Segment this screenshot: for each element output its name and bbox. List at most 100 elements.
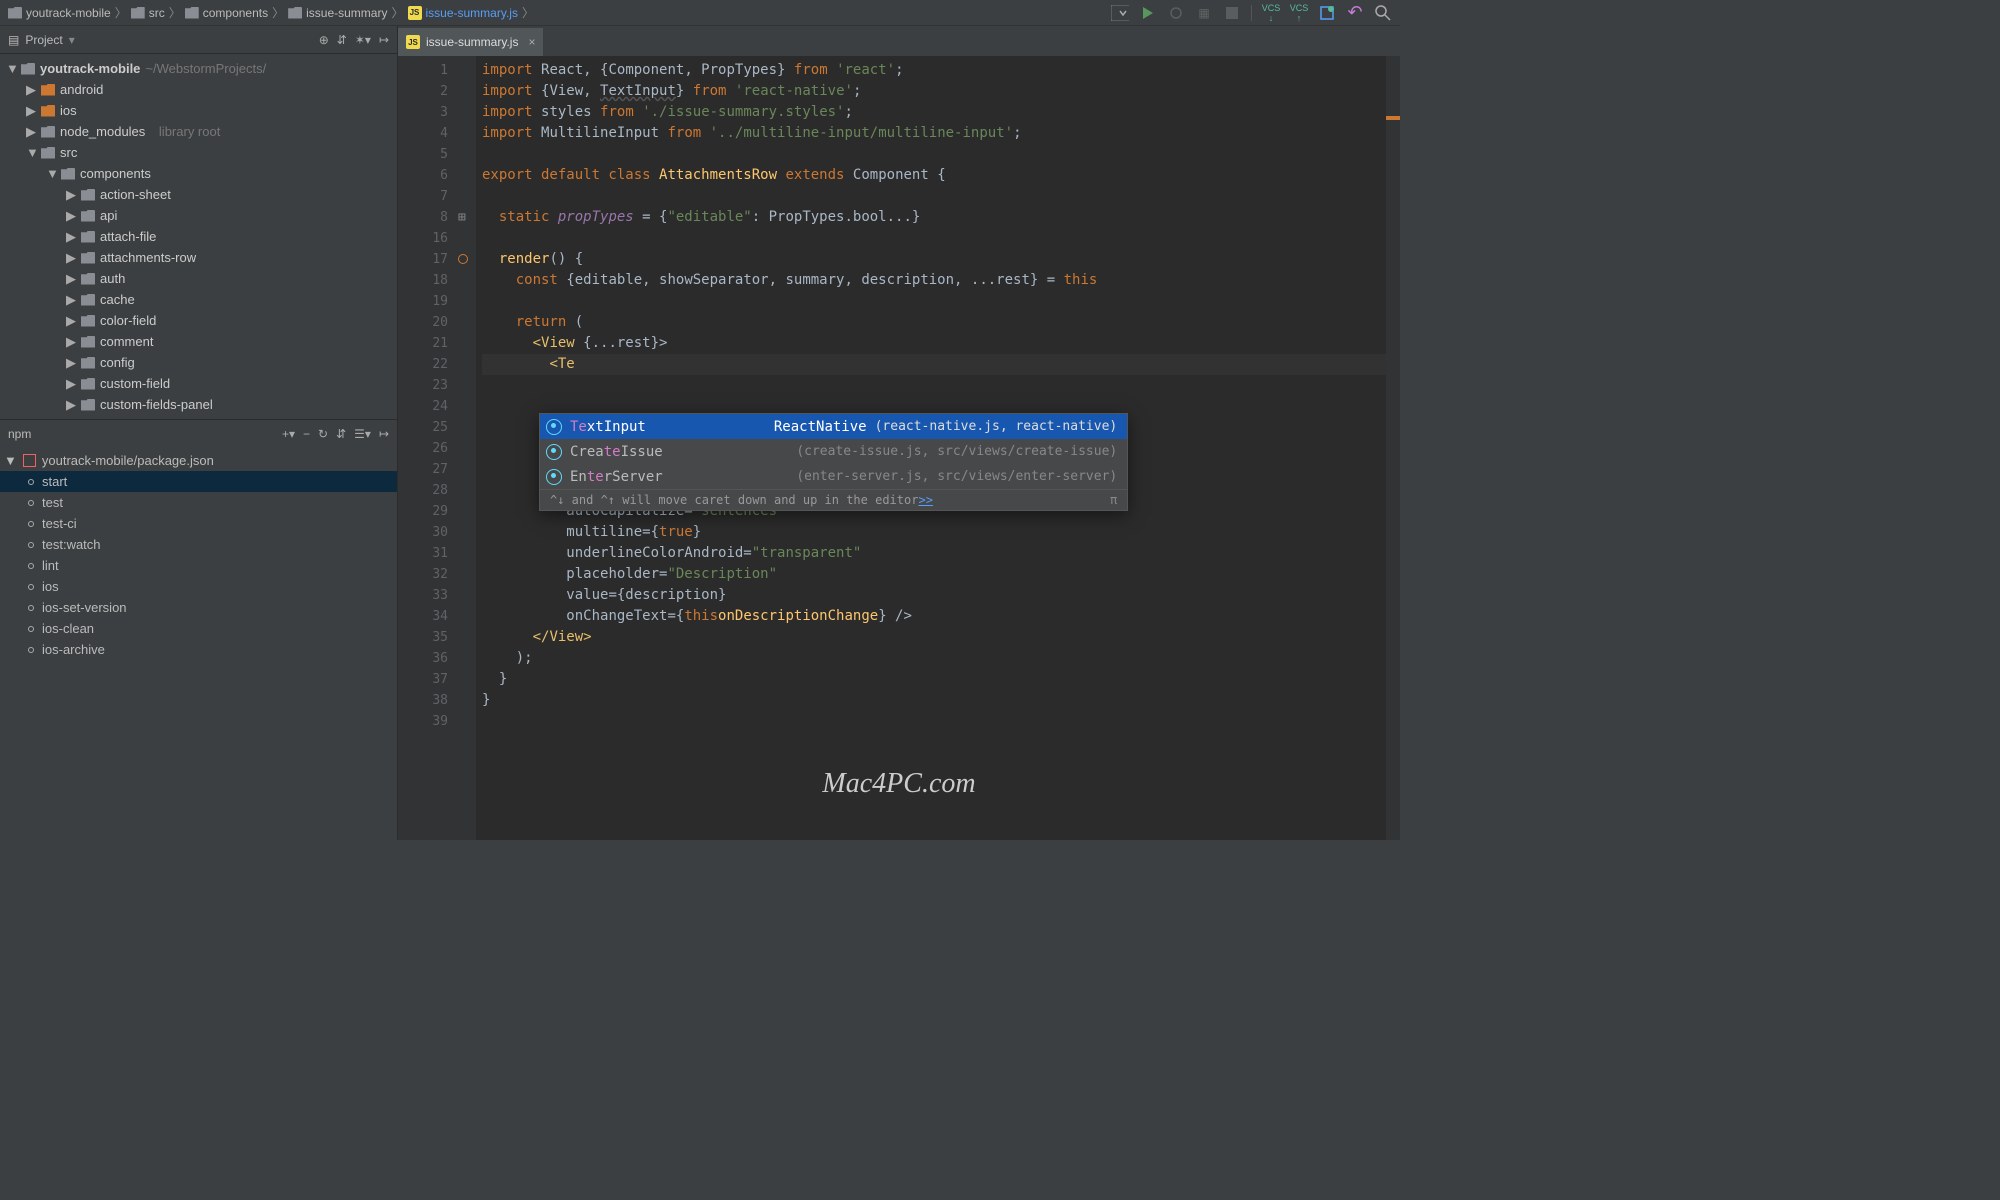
this: this: [684, 608, 718, 624]
kw: export default class: [482, 167, 651, 183]
project-tool-icon[interactable]: ▤: [8, 33, 19, 47]
t: onChangeText={: [566, 608, 684, 624]
search-icon[interactable]: [1374, 4, 1392, 22]
vcs-commit-icon[interactable]: VCS↑: [1290, 4, 1308, 22]
stop-icon[interactable]: [1223, 4, 1241, 22]
tree-item-components[interactable]: ▼components: [0, 163, 397, 184]
tree-item-ios[interactable]: ▶ios: [0, 100, 397, 121]
debug-icon[interactable]: [1167, 4, 1185, 22]
tree-item[interactable]: ▶cache: [0, 289, 397, 310]
tree-item[interactable]: ▶api: [0, 205, 397, 226]
str: '../multiline-input/multiline-input': [710, 125, 1013, 141]
close-icon[interactable]: ×: [528, 35, 535, 49]
npm-script[interactable]: test-ci: [0, 513, 397, 534]
npm-panel-header: npm +▾ − ↻ ⇵ ☰▾ ↦: [0, 420, 397, 448]
gutter-marks: ⊞: [458, 56, 476, 840]
npm-root[interactable]: ▼youtrack-mobile/package.json: [0, 450, 397, 471]
npm-root-label: youtrack-mobile/package.json: [42, 453, 214, 468]
hide-icon[interactable]: ↦: [379, 427, 389, 441]
t: } />: [878, 608, 912, 624]
override-icon[interactable]: [458, 254, 468, 264]
tree-item-node-modules[interactable]: ▶node_modules library root: [0, 121, 397, 142]
tree-item-android[interactable]: ▶android: [0, 79, 397, 100]
npm-script[interactable]: ios-clean: [0, 618, 397, 639]
settings-icon[interactable]: ✶▾: [355, 33, 371, 47]
chevron-right-icon: ▶: [66, 292, 76, 308]
tree-item[interactable]: ▶color-field: [0, 310, 397, 331]
npm-script[interactable]: ios-archive: [0, 639, 397, 660]
tree-item-src[interactable]: ▼src: [0, 142, 397, 163]
ident: Component: [853, 167, 929, 183]
crumb-label: components: [203, 6, 268, 20]
sync-icon[interactable]: [1318, 4, 1336, 22]
tree-item[interactable]: ▶action-sheet: [0, 184, 397, 205]
completion-item[interactable]: TextInput ReactNative (react-native.js, …: [540, 414, 1127, 439]
npm-script[interactable]: lint: [0, 555, 397, 576]
crumb-file[interactable]: JSissue-summary.js: [408, 6, 518, 20]
react-icon: [546, 469, 562, 485]
str: "transparent": [752, 545, 862, 561]
t: multiline={: [566, 524, 659, 540]
item-label: action-sheet: [100, 187, 171, 202]
chevron-right-icon: 〉: [522, 4, 534, 21]
project-panel-title: Project: [25, 33, 62, 47]
prop: propTypes: [558, 209, 634, 225]
crumb-label: issue-summary: [306, 6, 387, 20]
t: underlineColorAndroid=: [566, 545, 751, 561]
crumb-components[interactable]: components: [185, 6, 268, 20]
item-label: custom-field: [100, 376, 170, 391]
completion-item[interactable]: CreateIssue (create-issue.js, src/views/…: [540, 439, 1127, 464]
crumb-src[interactable]: src: [131, 6, 165, 20]
collapse-icon[interactable]: ⇵: [337, 33, 347, 47]
hide-icon[interactable]: ↦: [379, 33, 389, 47]
footer-link[interactable]: >>: [918, 493, 932, 507]
pi-icon[interactable]: π: [1110, 493, 1117, 507]
tree-root[interactable]: ▼ youtrack-mobile ~/WebstormProjects/: [0, 58, 397, 79]
completion-item[interactable]: EnterServer (enter-server.js, src/views/…: [540, 464, 1127, 489]
ident: styles: [541, 104, 592, 120]
tree-item[interactable]: ▶config: [0, 352, 397, 373]
warning-marker[interactable]: [1386, 116, 1400, 120]
kw: import: [482, 104, 533, 120]
tree-item[interactable]: ▶attach-file: [0, 226, 397, 247]
filter-icon[interactable]: ☰▾: [354, 427, 371, 441]
rest: Issue: [621, 444, 663, 460]
crumb-issue-summary[interactable]: issue-summary: [288, 6, 387, 20]
editor-tab[interactable]: JS issue-summary.js ×: [398, 28, 543, 56]
add-icon[interactable]: +▾: [282, 427, 295, 441]
npm-script[interactable]: ios: [0, 576, 397, 597]
chevron-right-icon: ▶: [26, 124, 36, 140]
remove-icon[interactable]: −: [303, 427, 310, 441]
folder-icon: [81, 357, 95, 369]
script-label: test:watch: [42, 537, 101, 552]
vcs-update-icon[interactable]: VCS↓: [1262, 4, 1280, 22]
run-icon[interactable]: [1139, 4, 1157, 22]
npm-script[interactable]: test: [0, 492, 397, 513]
kw: import: [482, 62, 533, 78]
error-stripe[interactable]: [1386, 56, 1400, 840]
item-label: components: [80, 166, 151, 181]
locate-icon[interactable]: ⊕: [319, 33, 329, 47]
coverage-icon[interactable]: ▦: [1195, 4, 1213, 22]
chevron-right-icon: ▶: [66, 271, 76, 287]
run-config-dropdown-icon[interactable]: [1111, 4, 1129, 22]
tree-item[interactable]: ▶custom-field: [0, 373, 397, 394]
collapse-icon[interactable]: ⇵: [336, 427, 346, 441]
npm-script[interactable]: test:watch: [0, 534, 397, 555]
crumb-root[interactable]: youtrack-mobile: [8, 6, 111, 20]
tree-item[interactable]: ▶attachments-row: [0, 247, 397, 268]
crumb-label: src: [149, 6, 165, 20]
npm-script[interactable]: ios-set-version: [0, 597, 397, 618]
npm-script-start[interactable]: start: [0, 471, 397, 492]
tree-item[interactable]: ▶auth: [0, 268, 397, 289]
folder-icon: [288, 7, 302, 19]
back-icon[interactable]: ↶: [1346, 4, 1364, 22]
refresh-icon[interactable]: ↻: [318, 427, 328, 441]
chevron-down-icon[interactable]: ▾: [69, 33, 75, 47]
ident: {Component, PropTypes}: [600, 62, 785, 78]
tree-item[interactable]: ▶comment: [0, 331, 397, 352]
chevron-down-icon: ▼: [26, 145, 36, 160]
chevron-right-icon: ▶: [66, 229, 76, 245]
tree-item[interactable]: ▶custom-fields-panel: [0, 394, 397, 415]
type: ReactNative: [774, 419, 867, 435]
